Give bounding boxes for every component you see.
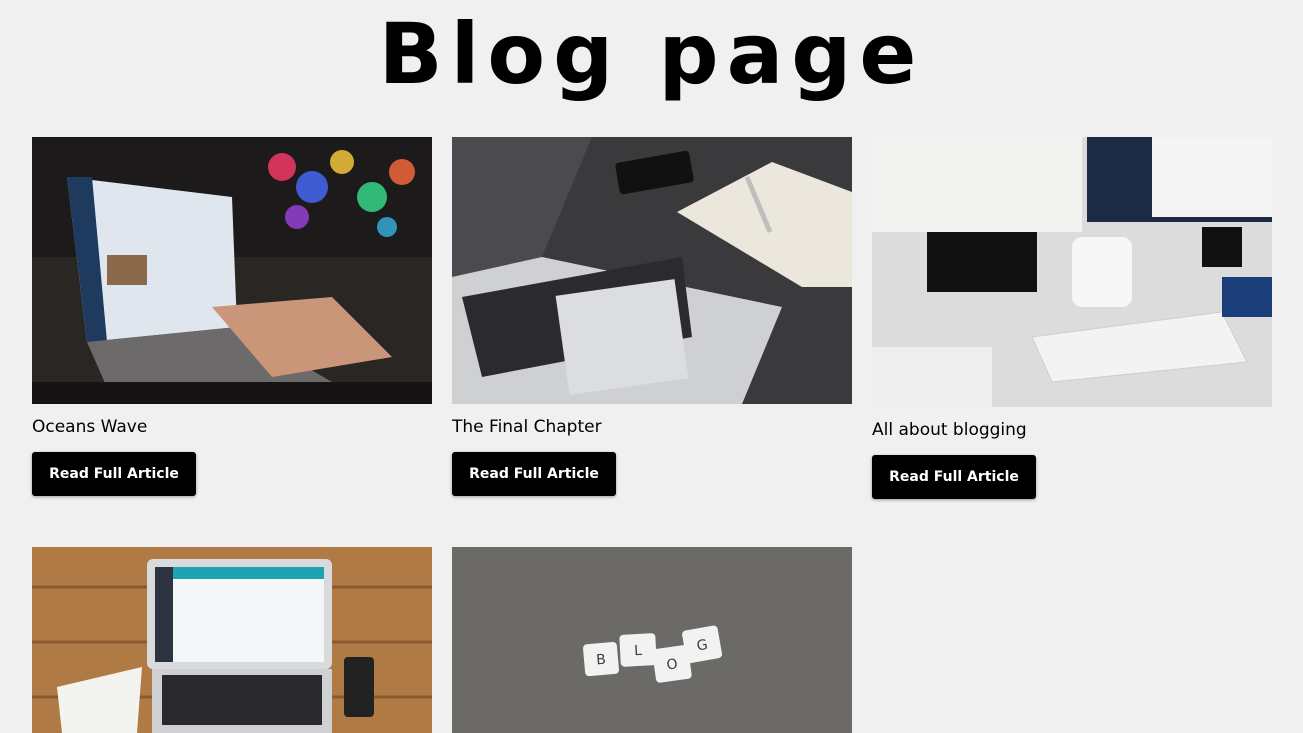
read-full-article-button[interactable]: Read Full Article [872,455,1036,499]
page-title: Blog page [378,5,925,103]
post-title: Oceans Wave [32,417,148,437]
post-title: The Final Chapter [452,417,602,437]
laptop-wood-desk-photo[interactable] [32,547,432,733]
blog-card-1: Oceans Wave Read Full Article [32,137,432,496]
desk-monitors-photo[interactable] [872,137,1272,407]
laptop-typing-photo[interactable] [32,137,432,404]
tile-letter: L [634,643,643,659]
blog-card-2: The Final Chapter Read Full Article [452,137,852,496]
blog-card-4 [32,547,432,733]
tile-letter: B [596,652,607,669]
read-full-article-button[interactable]: Read Full Article [452,452,616,496]
post-title: All about blogging [872,420,1027,440]
blog-tiles-photo[interactable]: B L O G [452,547,852,733]
blog-card-3: All about blogging Read Full Article [872,137,1272,499]
tile-letter: O [666,656,679,673]
read-full-article-button[interactable]: Read Full Article [32,452,196,496]
blog-card-5: B L O G [452,547,852,733]
laptop-notebook-photo[interactable] [452,137,852,404]
